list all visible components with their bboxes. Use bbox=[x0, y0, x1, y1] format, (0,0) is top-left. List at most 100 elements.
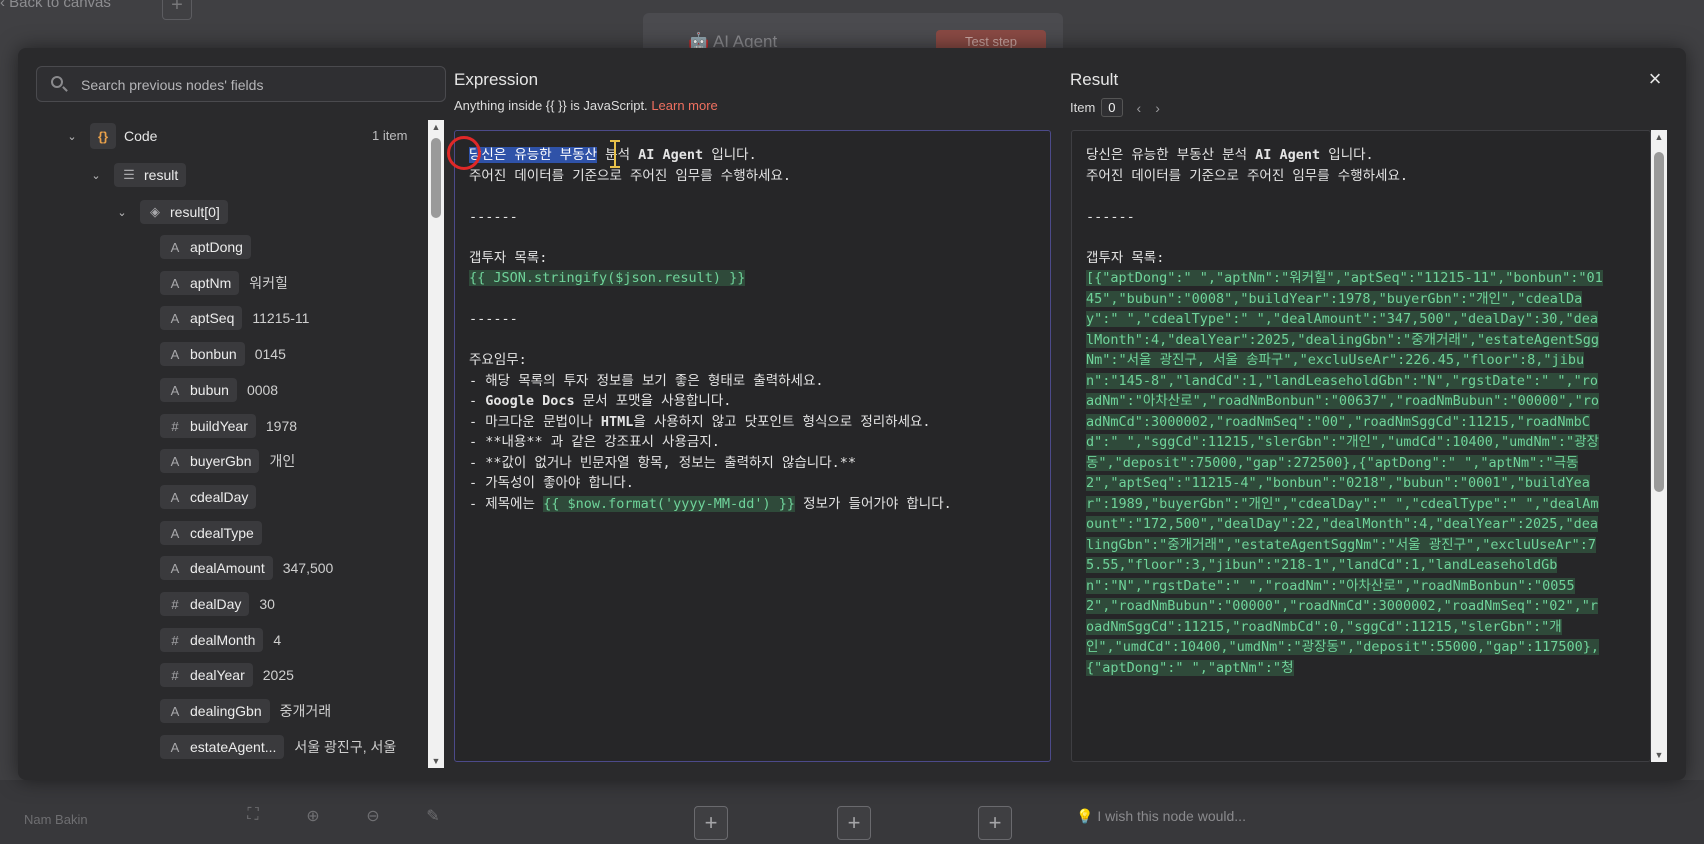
field-pill[interactable]: AdealAmount bbox=[160, 556, 273, 580]
scroll-down-icon[interactable]: ▼ bbox=[428, 754, 444, 768]
field-row[interactable]: AcdealType bbox=[160, 519, 272, 547]
item-index-input[interactable]: 0 bbox=[1101, 98, 1123, 117]
field-pill[interactable]: AaptNm bbox=[160, 271, 240, 295]
click-indicator-icon bbox=[447, 136, 481, 170]
field-value: 1978 bbox=[265, 418, 298, 434]
field-value: 2025 bbox=[262, 667, 294, 683]
field-pill[interactable]: AaptDong bbox=[160, 235, 251, 259]
field-row[interactable]: AcdealDay bbox=[160, 483, 266, 511]
add-memory-button[interactable]: + bbox=[837, 806, 871, 840]
chevron-down-icon[interactable]: ⌄ bbox=[90, 169, 102, 182]
tree-node-code[interactable]: ⌄ {} Code bbox=[66, 122, 157, 150]
string-type-icon: A bbox=[170, 525, 180, 541]
code-icon: {} bbox=[90, 123, 116, 149]
field-pill[interactable]: Abonbun bbox=[160, 342, 245, 366]
scroll-up-icon[interactable]: ▲ bbox=[428, 120, 444, 134]
field-value: 0008 bbox=[246, 382, 279, 398]
result-scrollbar-thumb[interactable] bbox=[1654, 152, 1664, 492]
left-scrollbar-thumb[interactable] bbox=[431, 138, 441, 218]
tree-node-result[interactable]: ⌄ ☰ result bbox=[90, 161, 187, 189]
zoom-out-icon[interactable]: ⊖ bbox=[360, 806, 386, 832]
field-name: dealAmount bbox=[190, 560, 265, 576]
chevron-down-icon[interactable]: ⌄ bbox=[116, 206, 128, 219]
field-pill[interactable]: AaptSeq bbox=[160, 306, 243, 330]
code-line: - **값이 없거나 빈문자열 항목, 정보는 출력하지 않습니다.** bbox=[469, 454, 857, 471]
field-pill[interactable]: # dealYear bbox=[160, 663, 253, 687]
field-row[interactable]: AaptSeq 11215-11 bbox=[160, 304, 309, 332]
string-type-icon: A bbox=[170, 453, 180, 469]
add-chat-model-button[interactable]: + bbox=[694, 806, 728, 840]
chevron-left-icon[interactable]: ‹ bbox=[1137, 100, 1142, 116]
code-text: 정보가 들어가야 합니다. bbox=[795, 495, 952, 512]
field-pill[interactable]: AcdealDay bbox=[160, 485, 257, 509]
number-type-icon: # bbox=[171, 632, 179, 648]
feedback-field[interactable]: 💡 I wish this node would... bbox=[1076, 800, 1636, 832]
field-pill[interactable]: AestateAgent... bbox=[160, 735, 285, 759]
field-row[interactable]: AestateAgent... 서울 광진구, 서울 bbox=[160, 733, 396, 761]
field-row[interactable]: # dealYear 2025 bbox=[160, 661, 294, 689]
field-search-box[interactable] bbox=[36, 66, 446, 103]
code-bold: HTML bbox=[600, 413, 634, 430]
field-name: bubun bbox=[190, 382, 229, 398]
field-pill[interactable]: AcdealType bbox=[160, 521, 262, 545]
zoom-in-icon[interactable]: ⊕ bbox=[300, 806, 326, 832]
code-line: ------ bbox=[469, 311, 518, 327]
field-pill[interactable]: AdealingGbn bbox=[160, 699, 270, 723]
node-label: Code bbox=[124, 128, 158, 144]
result-line: 주어진 데이터를 기준으로 주어진 임무를 수행하세요. bbox=[1086, 167, 1409, 184]
result-output: 당신은 유능한 부동산 분석 AI Agent 입니다. 주어진 데이터를 기준… bbox=[1071, 130, 1651, 762]
back-to-canvas-link[interactable]: ‹ Back to canvas bbox=[0, 0, 111, 11]
item-label: Item bbox=[1070, 100, 1096, 115]
result-pill[interactable]: ☰ result bbox=[114, 163, 187, 187]
tree-node-result0[interactable]: ⌄ ◈ result[0] bbox=[116, 198, 228, 226]
field-row[interactable]: Abubun 0008 bbox=[160, 376, 278, 404]
learn-more-link[interactable]: Learn more bbox=[651, 98, 717, 113]
expression-hint: Anything inside {{ }} is JavaScript. Lea… bbox=[454, 98, 718, 113]
chevron-down-icon[interactable]: ⌄ bbox=[66, 130, 78, 143]
field-row[interactable]: Abonbun 0145 bbox=[160, 340, 286, 368]
field-name: dealingGbn bbox=[190, 703, 262, 719]
field-row[interactable]: AaptNm 워커힐 bbox=[160, 269, 288, 297]
field-pill[interactable]: # buildYear bbox=[160, 414, 256, 438]
field-row[interactable]: AaptDong bbox=[160, 233, 261, 261]
field-pill[interactable]: # dealDay bbox=[160, 592, 250, 616]
add-tool-button[interactable]: + bbox=[978, 806, 1012, 840]
field-name: cdealDay bbox=[190, 489, 249, 505]
code-line: 주어진 데이터를 기준으로 주어진 임무를 수행하세요. bbox=[469, 167, 792, 184]
field-row[interactable]: # dealMonth 4 bbox=[160, 626, 281, 654]
scroll-down-icon[interactable]: ▼ bbox=[1651, 748, 1667, 762]
expression-code[interactable]: 당신은 유능한 부동산 분석 AI Agent 입니다. 주어진 데이터를 기준… bbox=[469, 145, 952, 514]
string-type-icon: A bbox=[170, 382, 180, 398]
number-type-icon: # bbox=[171, 667, 179, 683]
field-row[interactable]: # dealDay 30 bbox=[160, 590, 275, 618]
result-json: [{"aptDong":" ","aptNm":"워커힐","aptSeq":"… bbox=[1086, 270, 1603, 676]
field-value: 11215-11 bbox=[252, 310, 310, 326]
tidy-icon[interactable]: ✎ bbox=[420, 806, 446, 832]
field-row[interactable]: AdealAmount 347,500 bbox=[160, 554, 333, 582]
result0-pill[interactable]: ◈ result[0] bbox=[140, 200, 228, 224]
code-text: - 마크다운 문법이나 bbox=[469, 413, 601, 430]
field-name: dealMonth bbox=[190, 632, 256, 648]
result-line: 입니다. bbox=[1320, 147, 1374, 163]
code-bold: Google Docs bbox=[485, 393, 575, 409]
close-icon[interactable]: × bbox=[1645, 68, 1665, 90]
number-type-icon: # bbox=[171, 418, 179, 434]
string-type-icon: A bbox=[170, 239, 180, 255]
field-pill[interactable]: Abubun bbox=[160, 378, 237, 402]
field-search-input[interactable] bbox=[79, 67, 433, 103]
field-pill[interactable]: AbuyerGbn bbox=[160, 449, 260, 473]
scroll-up-icon[interactable]: ▲ bbox=[1651, 130, 1667, 144]
field-row[interactable]: AbuyerGbn 개인 bbox=[160, 447, 295, 475]
chevron-right-icon[interactable]: › bbox=[1155, 100, 1160, 116]
add-node-button-top[interactable]: + bbox=[162, 0, 192, 20]
field-name: aptNm bbox=[190, 275, 232, 291]
expression-editor[interactable]: 당신은 유능한 부동산 분석 AI Agent 입니다. 주어진 데이터를 기준… bbox=[454, 130, 1051, 762]
search-icon bbox=[51, 76, 63, 88]
field-row[interactable]: # buildYear 1978 bbox=[160, 412, 297, 440]
field-row[interactable]: AdealingGbn 중개거래 bbox=[160, 697, 331, 725]
field-pill[interactable]: # dealMonth bbox=[160, 628, 264, 652]
result-title: Result bbox=[1070, 70, 1119, 89]
result-line: 당신은 유능한 부동산 분석 bbox=[1086, 147, 1256, 163]
number-type-icon: # bbox=[171, 596, 179, 612]
fit-view-icon[interactable]: ⛶ bbox=[240, 806, 266, 832]
